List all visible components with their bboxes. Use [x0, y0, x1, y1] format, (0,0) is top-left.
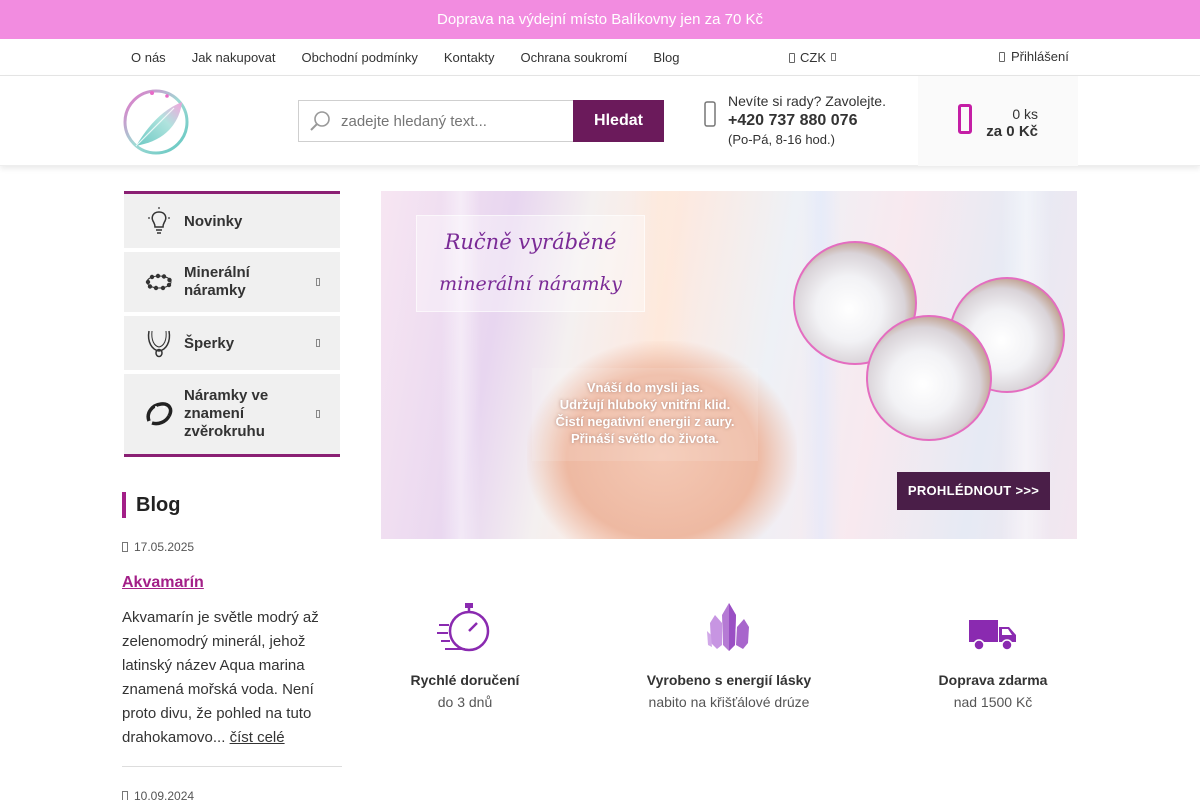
- logo-icon[interactable]: [122, 88, 190, 156]
- nav-link-how-to-buy[interactable]: Jak nakupovat: [179, 50, 289, 65]
- calendar-icon: [122, 542, 128, 552]
- menu-label: Novinky: [184, 212, 243, 230]
- read-more-link[interactable]: číst celé: [230, 729, 285, 746]
- nav-links: O nás Jak nakupovat Obchodní podmínky Ko…: [118, 39, 692, 75]
- menu-label: Minerální náramky: [184, 264, 250, 299]
- feature-subtitle: nad 1500 Kč: [953, 694, 1033, 710]
- truck-icon: [969, 620, 1016, 651]
- feature-free-shipping: Doprava zdarma nad 1500 Kč: [883, 598, 1103, 710]
- nav-link-contacts[interactable]: Kontakty: [431, 50, 508, 65]
- blog-heading: Blog: [122, 492, 342, 518]
- login-link[interactable]: Přihlášení: [999, 49, 1069, 64]
- menu-item-zodiac-bracelets[interactable]: Náramky ve znamení zvěrokruhu: [124, 374, 340, 454]
- search-field-wrap: [298, 100, 573, 142]
- post-excerpt-text: Akvamarín je světle modrý až zelenomodrý…: [122, 609, 319, 746]
- features-row: Rychlé doručení do 3 dnů Vyrobeno s ener…: [381, 598, 1077, 718]
- menu-label: Šperky: [184, 334, 235, 352]
- nav-link-blog[interactable]: Blog: [640, 50, 692, 65]
- banner-message-line: Vnáší do mysli jas.: [586, 380, 704, 395]
- bead-bracelet-icon: [145, 273, 172, 291]
- feature-fast-delivery: Rychlé doručení do 3 dnů: [355, 598, 575, 710]
- phone-icon: [704, 101, 716, 127]
- feature-made-with-love: Vyrobeno s energií lásky nabito na křišť…: [619, 598, 839, 710]
- top-nav: O nás Jak nakupovat Obchodní podmínky Ko…: [0, 39, 1200, 76]
- feature-subtitle: do 3 dnů: [437, 694, 493, 710]
- search-icon: [310, 111, 330, 131]
- hero-banner[interactable]: Ručně vyráběné minerální náramky Vnáší d…: [381, 191, 1077, 539]
- bracelet-photo: [866, 315, 992, 441]
- phone-number[interactable]: +420 737 880 076: [728, 112, 886, 130]
- chevron-down-icon: [831, 53, 836, 61]
- lightbulb-icon: [148, 207, 170, 234]
- chevron-right-icon: [316, 410, 320, 418]
- chevron-right-icon: [316, 278, 320, 286]
- search-form: Hledat: [298, 100, 664, 142]
- divider: [122, 766, 342, 767]
- category-menu: Novinky Minerální náramky Šperky Náramky…: [124, 191, 340, 457]
- contact-question: Nevíte si rady? Zavolejte.: [728, 93, 886, 109]
- banner-title-box: Ručně vyráběné minerální náramky: [416, 215, 645, 312]
- banner-title-line1: Ručně vyráběné: [444, 230, 617, 254]
- login-label: Přihlášení: [1011, 49, 1069, 64]
- site-header: Hledat Nevíte si rady? Zavolejte. +420 7…: [0, 76, 1200, 166]
- feature-title: Vyrobeno s energií lásky: [646, 672, 812, 688]
- banner-message-line: Čistí negativní energii z aury.: [555, 414, 735, 429]
- banner-message-line: Přináší světlo do života.: [570, 431, 720, 446]
- menu-item-novinky[interactable]: Novinky: [124, 194, 340, 252]
- post-date: 17.05.2025: [122, 540, 342, 554]
- crystal-icon: [707, 603, 749, 651]
- menu-item-mineral-bracelets[interactable]: Minerální náramky: [124, 252, 340, 316]
- feature-title: Doprava zdarma: [938, 672, 1048, 688]
- nav-link-about[interactable]: O nás: [118, 50, 179, 65]
- nav-link-terms[interactable]: Obchodní podmínky: [289, 50, 431, 65]
- banner-cta-button[interactable]: PROHLÉDNOUT >>>: [897, 472, 1050, 510]
- post-date: 10.09.2024: [122, 789, 342, 800]
- cart-price: za 0 Kč: [986, 123, 1038, 140]
- search-button[interactable]: Hledat: [573, 100, 664, 142]
- calendar-icon: [122, 791, 128, 800]
- cart-icon: [958, 104, 972, 134]
- nav-link-privacy[interactable]: Ochrana soukromí: [507, 50, 640, 65]
- contact-box: Nevíte si rady? Zavolejte. +420 737 880 …: [704, 93, 886, 147]
- user-icon: [999, 51, 1005, 62]
- chevron-right-icon: [316, 339, 320, 347]
- necklace-icon: [147, 330, 171, 358]
- banner-message: Vnáší do mysli jas. Udržují hluboký vnit…: [532, 368, 758, 461]
- banner-message-line: Udržují hluboký vnitřní klid.: [559, 397, 731, 412]
- blog-section: Blog 17.05.2025 Akvamarín Akvamarín je s…: [122, 492, 342, 800]
- post-date-text: 17.05.2025: [134, 540, 195, 554]
- banner-title-line2: minerální náramky: [439, 273, 622, 295]
- currency-label: CZK: [800, 50, 826, 65]
- post-date-text: 10.09.2024: [134, 789, 195, 800]
- promo-bar: Doprava na výdejní místo Balíkovny jen z…: [0, 0, 1200, 39]
- zodiac-bracelet-icon: [146, 402, 173, 426]
- search-input[interactable]: [341, 112, 561, 130]
- menu-item-jewelry[interactable]: Šperky: [124, 316, 340, 374]
- post-excerpt: Akvamarín je světle modrý až zelenomodrý…: [122, 606, 342, 750]
- cart-button[interactable]: 0 ks za 0 Kč: [918, 76, 1078, 166]
- currency-selector[interactable]: CZK: [789, 50, 837, 65]
- currency-icon: [789, 52, 795, 63]
- post-title-link[interactable]: Akvamarín: [122, 574, 342, 592]
- cart-count: 0 ks: [1012, 106, 1038, 122]
- promo-text: Doprava na výdejní místo Balíkovny jen z…: [436, 11, 763, 28]
- menu-label: Náramky ve znamení zvěrokruhu: [184, 387, 269, 440]
- feature-title: Rychlé doručení: [410, 672, 520, 688]
- stopwatch-icon: [437, 603, 490, 652]
- feature-subtitle: nabito na křišťálové drúze: [648, 694, 810, 710]
- contact-hours: (Po-Pá, 8-16 hod.): [728, 132, 835, 147]
